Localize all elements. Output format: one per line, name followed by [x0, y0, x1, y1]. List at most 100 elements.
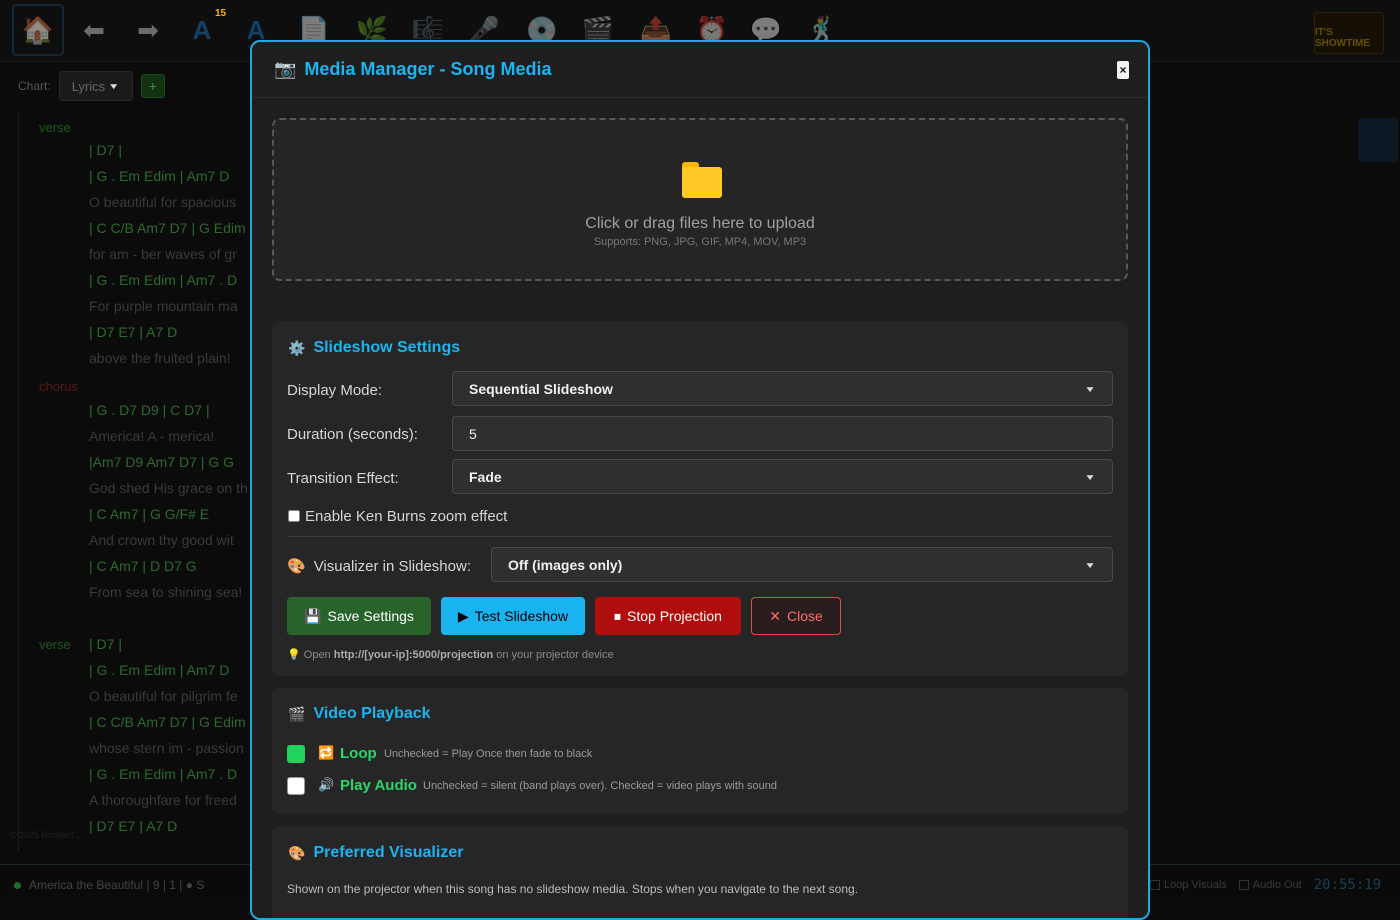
clapperboard-icon: 🎬	[288, 705, 306, 722]
chord-line: | G . D7 D9 | C D7 |	[89, 402, 210, 418]
divider	[287, 536, 1113, 537]
chord-line: | D7 E7 | A7 D	[89, 324, 178, 340]
chord-line: | C Am7 | G G/F# E	[89, 506, 210, 522]
preferred-visualizer-title-text: Preferred Visualizer	[313, 844, 464, 861]
transition-effect-value: Fade	[469, 468, 502, 485]
ken-burns-checkbox[interactable]	[288, 510, 300, 522]
visualizer-slideshow-select[interactable]: Off (images only) ▼	[491, 547, 1113, 582]
modal-title-text: Media Manager - Song Media	[304, 59, 552, 79]
test-slideshow-button[interactable]: ▶ Test Slideshow	[441, 597, 585, 635]
lyrics-pane: verse chorus verse | D7 | | G . Em Edim |…	[18, 112, 258, 852]
transition-effect-select[interactable]: Fade ▼	[452, 459, 1113, 494]
video-playback-title: 🎬 Video Playback	[288, 705, 431, 723]
duration-label: Duration (seconds):	[287, 426, 418, 443]
video-playback-panel: 🎬 Video Playback 🔁 Loop Unchecked = Play…	[272, 688, 1128, 814]
chord-line: | G . Em Edim | Am7 . D	[89, 272, 238, 288]
stop-icon: ⏹	[614, 607, 622, 624]
showtime-logo[interactable]: IT'S SHOWTIME	[1314, 12, 1384, 54]
camera-icon: 📷	[274, 59, 297, 79]
chart-selector-row: Chart: Lyrics ▼ +	[18, 70, 165, 102]
play-audio-checkbox[interactable]	[287, 777, 305, 795]
chord-line: | D7 E7 | A7 D	[89, 818, 178, 834]
chart-label: Chart:	[18, 79, 51, 93]
back-arrow-icon[interactable]: ⬅	[72, 6, 116, 54]
slideshow-settings-title: ⚙️ Slideshow Settings	[288, 339, 460, 357]
clock: 20:55:19	[1313, 877, 1382, 893]
badge-count: 15	[215, 8, 227, 19]
test-slideshow-label: Test Slideshow	[474, 608, 569, 624]
modal-close-icon[interactable]: ×	[1117, 61, 1129, 79]
hint-suffix: on your projector device	[493, 649, 614, 661]
modal-header: 📷 Media Manager - Song Media ×	[252, 42, 1148, 98]
modal-title: 📷 Media Manager - Song Media	[274, 59, 551, 80]
play-icon: ▶	[457, 607, 469, 624]
visualizer-slideshow-value: Off (images only)	[508, 556, 623, 573]
save-settings-button[interactable]: 💾 Save Settings	[287, 597, 431, 635]
play-audio-label: Play Audio	[340, 777, 417, 794]
song-info: America the Beautiful | 9 | 1 | ● S	[29, 878, 205, 892]
chord-line: | C Am7 | D D7 G	[89, 558, 197, 574]
section-label-verse: verse	[39, 120, 71, 135]
projection-hint: 💡 Open http://[your-ip]:5000/projection …	[287, 648, 614, 661]
lyric-line: God shed His grace on th	[89, 480, 248, 496]
lyric-line: O beautiful for pilgrim fe	[89, 688, 238, 704]
audio-out-toggle[interactable]: Audio Out	[1238, 879, 1302, 891]
chord-line: | D7 |	[89, 142, 122, 158]
home-icon[interactable]: 🏠	[12, 4, 64, 56]
section-label-verse-2: verse	[39, 637, 71, 652]
loop-visuals-checkbox[interactable]	[1150, 880, 1160, 891]
lyric-line: whose stern im - passion	[89, 740, 244, 756]
duration-value: 5	[469, 425, 477, 442]
showtime-label: IT'S SHOWTIME	[1315, 27, 1370, 49]
transition-effect-label: Transition Effect:	[287, 470, 399, 487]
chord-line: | D7 |	[89, 636, 122, 652]
chord-line: | G . Em Edim | Am7 . D	[89, 766, 238, 782]
stop-projection-button[interactable]: ⏹ Stop Projection	[595, 597, 741, 635]
loop-visuals-toggle[interactable]: Loop Visuals	[1150, 879, 1227, 891]
loop-visuals-label: Loop Visuals	[1164, 879, 1227, 891]
audio-out-checkbox[interactable]	[1238, 880, 1249, 891]
chord-line: | C C/B Am7 D7 | G Edim	[89, 714, 246, 730]
close-icon: ✕	[769, 607, 781, 624]
add-chart-button[interactable]: +	[140, 74, 165, 98]
chevron-down-icon: ▼	[107, 81, 120, 91]
palette-icon: 🎨	[288, 844, 306, 861]
lyric-line: For purple mountain ma	[89, 298, 238, 314]
slideshow-settings-title-text: Slideshow Settings	[313, 339, 461, 356]
chord-line: | G . Em Edim | Am7 D	[89, 662, 230, 678]
gear-icon: ⚙️	[288, 339, 306, 356]
play-audio-description: Unchecked = silent (band plays over). Ch…	[423, 780, 778, 792]
close-label: Close	[786, 608, 823, 624]
audio-out-label: Audio Out	[1252, 879, 1302, 891]
lyric-line: above the fruited plain!	[89, 350, 231, 366]
slideshow-settings-panel: ⚙️ Slideshow Settings Display Mode: Sequ…	[272, 321, 1128, 676]
chevron-down-icon: ▼	[1084, 471, 1096, 482]
forward-arrow-icon[interactable]: ➡	[126, 6, 170, 54]
lyric-line: O beautiful for spacious	[89, 194, 237, 210]
section-label-chorus: chorus	[39, 379, 79, 394]
upload-dropzone[interactable]: Click or drag files here to upload Suppo…	[272, 118, 1128, 281]
chord-line: | G . Em Edim | Am7 D	[89, 168, 230, 184]
visualizer-slideshow-label-text: Visualizer in Slideshow:	[313, 557, 471, 575]
dropzone-text: Click or drag files here to upload	[585, 215, 815, 232]
video-playback-title-text: Video Playback	[313, 705, 431, 722]
save-settings-label: Save Settings	[327, 608, 414, 624]
loop-description: Unchecked = Play Once then fade to black	[384, 748, 593, 760]
hint-prefix: Open	[303, 649, 334, 661]
display-mode-select[interactable]: Sequential Slideshow ▼	[452, 371, 1113, 406]
stop-projection-label: Stop Projection	[627, 608, 722, 624]
floppy-disk-icon: 💾	[304, 607, 322, 624]
duration-input[interactable]: 5	[452, 416, 1113, 451]
dropzone-supported-formats: Supports: PNG, JPG, GIF, MP4, MOV, MP3	[593, 236, 807, 248]
visualizer-slideshow-label: 🎨 Visualizer in Slideshow:	[287, 557, 471, 576]
close-button[interactable]: ✕ Close	[751, 597, 841, 635]
chart-select[interactable]: Lyrics ▼	[58, 71, 133, 101]
settings-gear-icon[interactable]	[1358, 118, 1398, 162]
repeat-icon: 🔁	[318, 745, 335, 760]
loop-checkbox[interactable]	[287, 745, 305, 763]
media-manager-modal: 📷 Media Manager - Song Media × Click or …	[250, 40, 1150, 920]
lyric-line: for am - ber waves of gr	[89, 246, 237, 262]
folder-icon	[682, 162, 722, 198]
lyric-line: America! A - merica!	[89, 428, 215, 444]
lyric-line: And crown thy good wit	[89, 532, 234, 548]
